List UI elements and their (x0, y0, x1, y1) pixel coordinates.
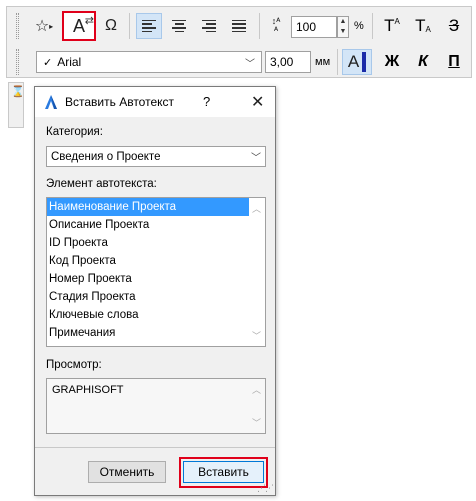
font-family-select[interactable]: ✓ Arial ﹀ (36, 51, 262, 73)
list-item[interactable]: Номер Проекта (47, 270, 249, 288)
preview-label: Просмотр: (46, 359, 102, 371)
cancel-button[interactable]: Отменить (88, 461, 166, 483)
preview-text: GRAPHISOFT (52, 384, 124, 396)
category-label: Категория: (46, 126, 103, 138)
scroll-down-icon[interactable]: ﹀ (252, 329, 261, 342)
toolbar-separator (129, 13, 130, 39)
bold-button[interactable]: Ж (379, 49, 405, 75)
line-spacing-input[interactable]: 100 (291, 16, 337, 38)
scroll-down-icon[interactable]: ﹀ (252, 416, 261, 429)
dialog-divider (35, 447, 275, 448)
text-color-button[interactable]: A (342, 49, 372, 75)
autotext-icon: A ⇄ (72, 14, 94, 36)
dialog-title: Вставить Автотекст (65, 95, 175, 109)
archicad-logo-icon (45, 95, 57, 109)
toolbar-separator (259, 13, 260, 39)
align-left-icon (142, 19, 156, 33)
list-scrollbar[interactable]: ︿ ﹀ (249, 198, 265, 346)
percent-label: % (354, 20, 364, 32)
align-right-button[interactable] (196, 13, 222, 39)
autotext-button[interactable]: A ⇄ (62, 11, 96, 41)
toolbar-grip[interactable] (16, 13, 19, 39)
scroll-up-icon[interactable]: ︿ (252, 202, 261, 215)
line-spacing-icon: ↕ᴬ ᴬ (271, 16, 281, 35)
chevron-down-icon: ﹀ (245, 58, 255, 70)
toolbar-grip[interactable] (16, 49, 19, 75)
toolbar-separator (372, 13, 373, 39)
unit-label: мм (315, 56, 331, 68)
align-left-button[interactable] (136, 13, 162, 39)
align-justify-icon (232, 19, 246, 33)
preview-scrollbar[interactable]: ︿ ﹀ (249, 379, 265, 433)
preview-box: GRAPHISOFT ︿ ﹀ (46, 378, 266, 434)
resize-grip-icon[interactable]: ⋰⋰ (257, 483, 274, 494)
list-item[interactable]: ID Проекта (47, 234, 249, 252)
underline-button[interactable]: П (441, 49, 467, 75)
subscript-button[interactable]: TA (410, 13, 436, 39)
italic-button[interactable]: К (410, 49, 436, 75)
insert-autotext-dialog: Вставить Автотекст ? ✕ Категория: Сведен… (34, 86, 276, 496)
text-toolbar: ☆ ▸ A ⇄ Ω ↕ᴬ ᴬ 100 ▲ ▼ % TA TA З ✓ Arial ﹀ 3… (6, 6, 472, 78)
text-color-swatch (362, 52, 367, 72)
toolbar-separator (337, 49, 338, 75)
align-center-button[interactable] (166, 13, 192, 39)
autotext-element-list[interactable]: Наименование Проекта Описание Проекта ID… (46, 197, 266, 347)
font-family-value: Arial (57, 55, 82, 69)
superscript-button[interactable]: TA (379, 13, 405, 39)
list-item[interactable]: Наименование Проекта (47, 198, 249, 216)
checkmark-icon: ✓ (43, 56, 53, 69)
align-center-icon (172, 19, 186, 33)
insert-button[interactable]: Вставить (183, 461, 264, 483)
line-spacing-stepper[interactable]: ▲ ▼ (337, 16, 349, 38)
autotext-element-label: Элемент автотекста: (46, 178, 157, 190)
side-panel-tab[interactable]: ⌛ (8, 82, 25, 128)
special-character-omega-icon[interactable]: Ω (100, 13, 122, 39)
list-item[interactable]: Код Проекта (47, 252, 249, 270)
category-select[interactable]: Сведения о Проекте ﹀ (46, 146, 266, 167)
dialog-titlebar[interactable]: Вставить Автотекст ? ✕ (35, 87, 275, 117)
list-item[interactable]: Ключевые слова (47, 306, 249, 324)
help-button[interactable]: ? (203, 94, 210, 109)
font-size-input[interactable]: 3,00 (265, 51, 311, 73)
chevron-down-icon: ﹀ (251, 153, 261, 164)
hourglass-icon: ⌛ (11, 86, 25, 98)
align-right-icon (202, 19, 216, 33)
strikethrough-button[interactable]: З (441, 13, 467, 39)
scroll-up-icon[interactable]: ︿ (252, 383, 261, 396)
close-icon[interactable]: ✕ (251, 92, 264, 112)
list-item[interactable]: Описание Проекта (47, 216, 249, 234)
list-item[interactable]: Стадия Проекта (47, 288, 249, 306)
list-item[interactable]: Примечания (47, 324, 249, 342)
align-justify-button[interactable] (226, 13, 252, 39)
favorites-star-icon[interactable]: ☆ ▸ (31, 13, 57, 39)
category-value: Сведения о Проекте (51, 150, 161, 163)
